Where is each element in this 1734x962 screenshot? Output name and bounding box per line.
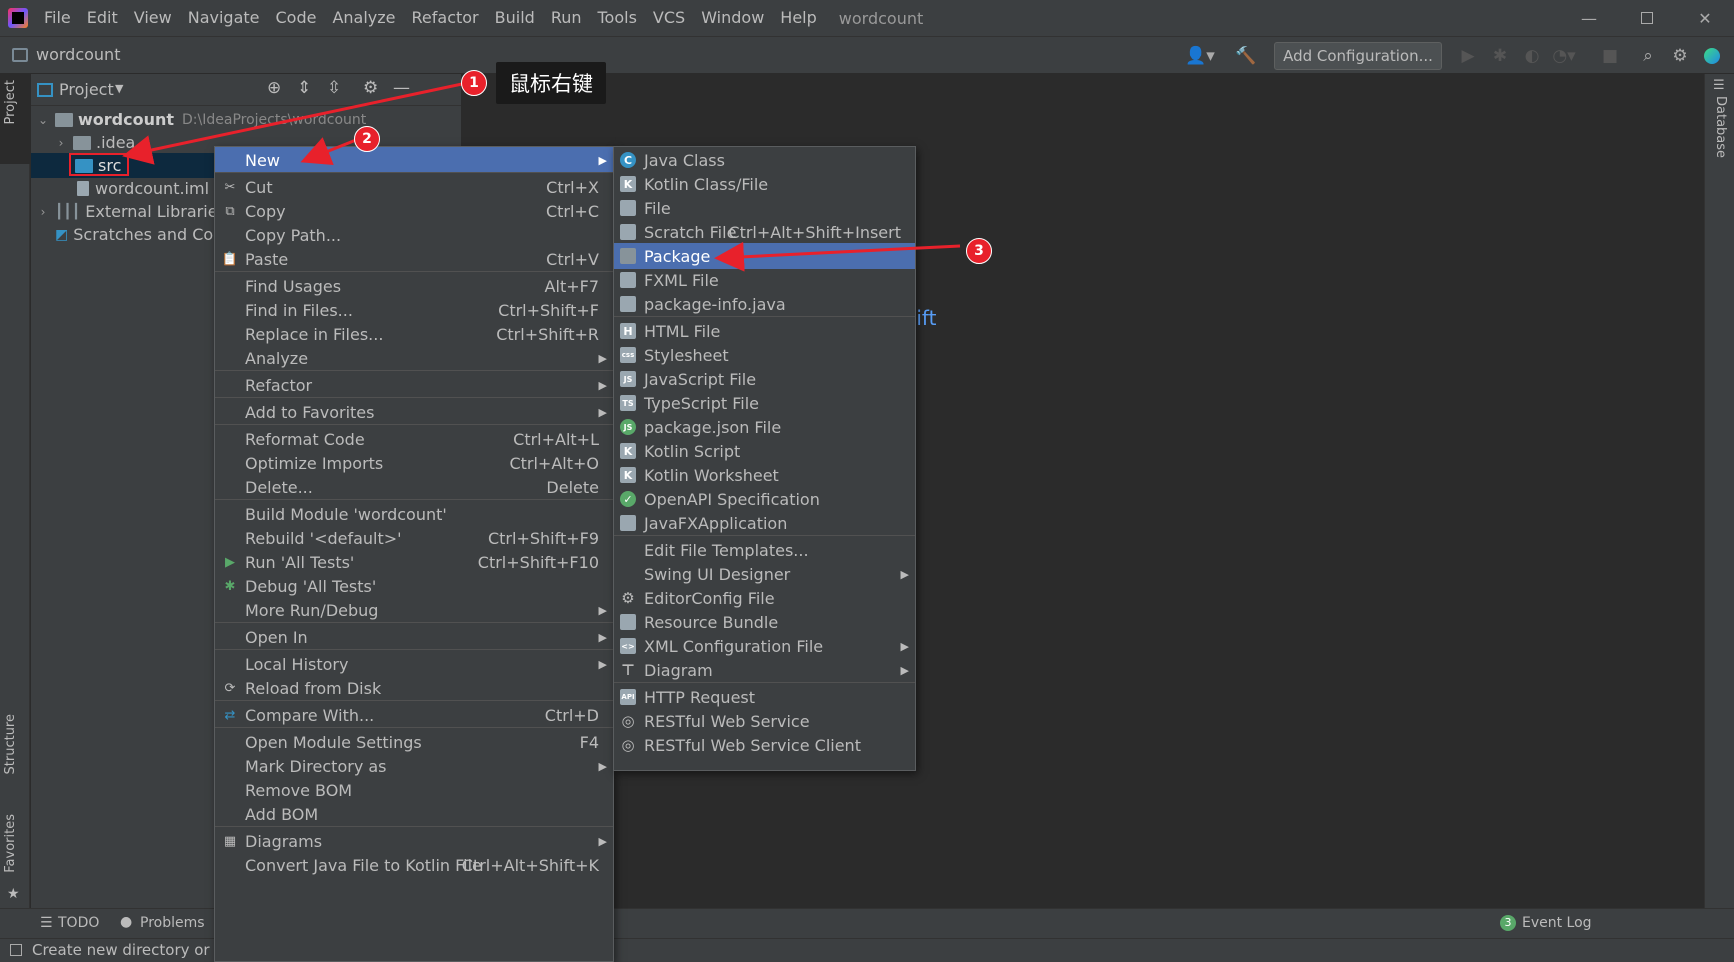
arrow-1 xyxy=(122,82,463,165)
annotation-badge-2: 2 xyxy=(354,126,380,152)
arrow-2 xyxy=(300,137,357,166)
annotation-arrows xyxy=(122,82,961,272)
annotation-badge-3: 3 xyxy=(966,238,992,264)
annotation-callout: 鼠标右键 xyxy=(496,62,606,104)
arrow-3 xyxy=(714,241,961,272)
annotation-badge-1: 1 xyxy=(461,70,487,96)
